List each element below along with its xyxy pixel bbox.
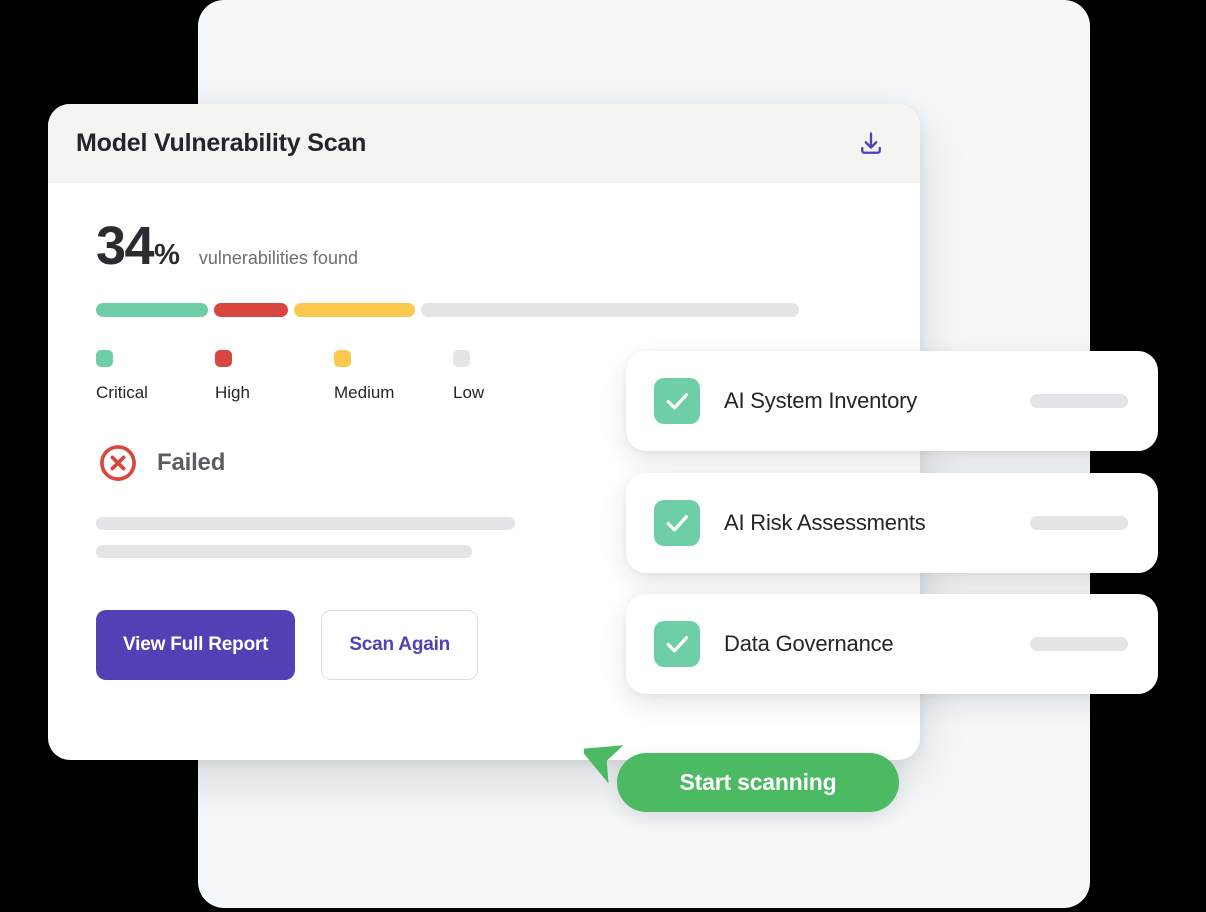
percent-sign: % xyxy=(154,239,180,271)
list-item-placeholder-pill xyxy=(1030,637,1128,651)
list-item[interactable]: AI System Inventory xyxy=(626,351,1158,451)
list-item-placeholder-pill xyxy=(1030,516,1128,530)
list-item-placeholder-pill xyxy=(1030,394,1128,408)
placeholder-line xyxy=(96,517,515,530)
list-item[interactable]: Data Governance xyxy=(626,594,1158,694)
checkmark-icon[interactable] xyxy=(654,621,700,667)
list-item[interactable]: AI Risk Assessments xyxy=(626,473,1158,573)
checkmark-icon[interactable] xyxy=(654,500,700,546)
legend-swatch-high xyxy=(215,350,232,367)
view-full-report-button[interactable]: View Full Report xyxy=(96,610,296,680)
legend-item-low: Low xyxy=(453,350,572,403)
legend-item-medium: Medium xyxy=(334,350,453,403)
severity-progress-bar xyxy=(96,303,806,317)
legend-swatch-medium xyxy=(334,350,351,367)
legend-label: Medium xyxy=(334,383,395,402)
download-icon[interactable] xyxy=(854,127,888,161)
vulnerability-summary: 34 % vulnerabilities found xyxy=(96,219,892,273)
checkmark-icon[interactable] xyxy=(654,378,700,424)
severity-segment-critical xyxy=(96,303,208,317)
severity-segment-medium xyxy=(294,303,415,317)
percent-caption: vulnerabilities found xyxy=(198,248,358,268)
legend-swatch-low xyxy=(453,350,470,367)
start-scanning-button[interactable]: Start scanning xyxy=(617,753,899,812)
legend-label: Low xyxy=(453,383,485,402)
list-item-label: Data Governance xyxy=(724,631,894,656)
legend-item-critical: Critical xyxy=(96,350,215,403)
legend-label: Critical xyxy=(96,383,148,402)
legend-label: High xyxy=(215,383,250,402)
placeholder-line xyxy=(96,545,472,558)
percent-value: 34 xyxy=(96,216,155,276)
severity-segment-high xyxy=(214,303,288,317)
error-circle-x-icon xyxy=(96,441,140,485)
status-label: Failed xyxy=(157,449,226,476)
legend-item-high: High xyxy=(215,350,334,403)
list-item-label: AI Risk Assessments xyxy=(724,510,926,535)
card-header: Model Vulnerability Scan xyxy=(48,104,920,183)
legend-swatch-critical xyxy=(96,350,113,367)
scan-again-button[interactable]: Scan Again xyxy=(321,610,479,680)
page-title: Model Vulnerability Scan xyxy=(76,129,367,157)
list-item-label: AI System Inventory xyxy=(724,388,918,413)
severity-segment-low xyxy=(421,303,799,317)
